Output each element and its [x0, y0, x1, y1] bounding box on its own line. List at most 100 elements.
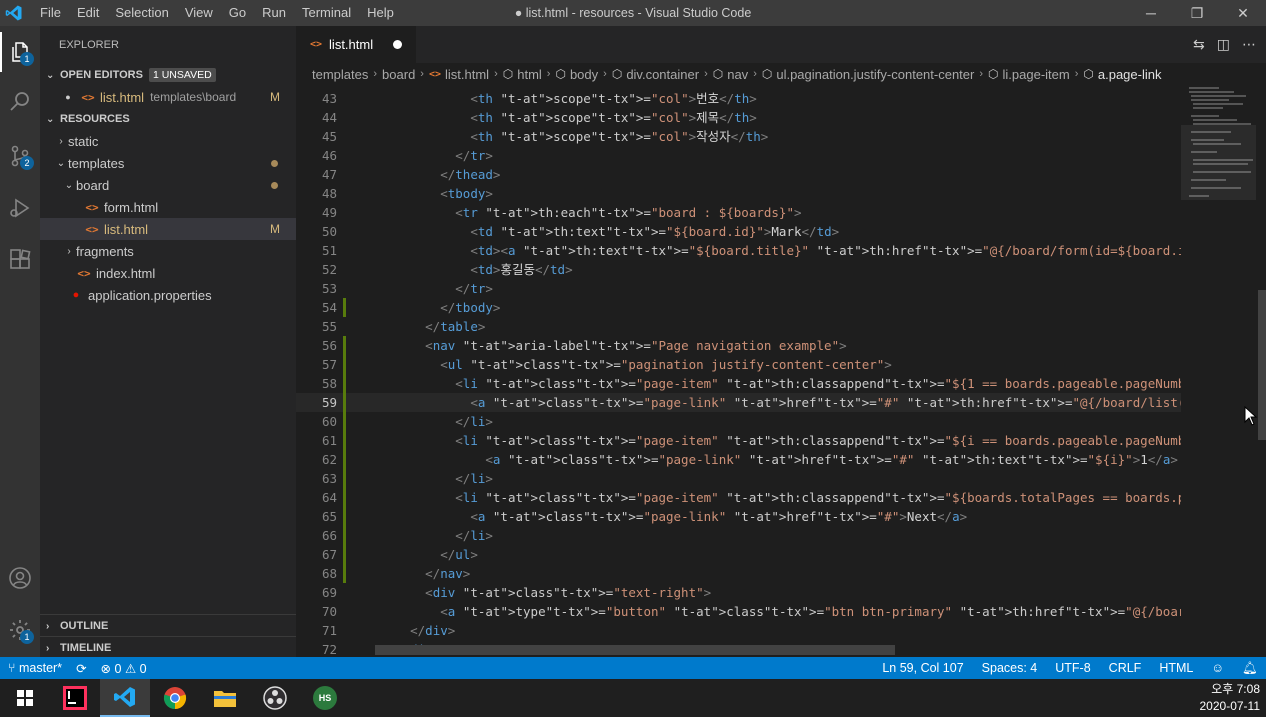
search-activity[interactable] [0, 82, 40, 122]
taskbar-hs-app[interactable]: HS [300, 679, 350, 717]
code-line[interactable]: 59 <a "t-at">class"t-tx">="page-link" "t… [296, 393, 1181, 412]
code-line[interactable]: 58 <li "t-at">class"t-tx">="page-item" "… [296, 374, 1181, 393]
menu-help[interactable]: Help [359, 0, 402, 26]
tree-item-list-html[interactable]: <> list.html M [40, 218, 296, 240]
manage-activity[interactable]: 1 [0, 610, 40, 650]
split-editor-icon[interactable]: ◫ [1217, 36, 1230, 53]
problems-status[interactable]: ⊗ 0 ⚠ 0 [101, 661, 147, 676]
extensions-activity[interactable] [0, 240, 40, 280]
language-mode[interactable]: HTML [1159, 661, 1193, 675]
taskbar-intellij[interactable] [50, 679, 100, 717]
code-line[interactable]: 60 </li> [296, 412, 1181, 431]
taskbar-file-explorer[interactable] [200, 679, 250, 717]
breadcrumb-item[interactable]: html [517, 67, 542, 82]
gutter-modified-marker[interactable] [343, 336, 346, 355]
menu-terminal[interactable]: Terminal [294, 0, 359, 26]
code-line[interactable]: 57 <ul "t-at">class"t-tx">="pagination j… [296, 355, 1181, 374]
taskbar-vscode[interactable] [100, 679, 150, 717]
open-changes-icon[interactable]: ⇆ [1193, 36, 1205, 53]
code-line[interactable]: 70 <a "t-at">type"t-tx">="button" "t-at"… [296, 602, 1181, 621]
code-line[interactable]: 44 <th "t-at">scope"t-tx">="col">제목</th> [296, 108, 1181, 127]
code-line[interactable]: 54 </tbody> [296, 298, 1181, 317]
vertical-scroll-thumb[interactable] [1258, 290, 1266, 440]
code-line[interactable]: 50 <td "t-at">th:text"t-tx">="${board.id… [296, 222, 1181, 241]
outline-header[interactable]: › OUTLINE [40, 615, 296, 637]
tree-item-form-html[interactable]: <> form.html [40, 196, 296, 218]
code-line[interactable]: 49 <tr "t-at">th:each"t-tx">="board : ${… [296, 203, 1181, 222]
gutter-modified-marker[interactable] [343, 545, 346, 564]
explorer-activity[interactable]: 1 [0, 32, 40, 72]
restore-button[interactable]: ❐ [1174, 0, 1220, 26]
resources-header[interactable]: ⌄ RESOURCES [40, 108, 296, 130]
menu-run[interactable]: Run [254, 0, 294, 26]
code-line[interactable]: 67 </ul> [296, 545, 1181, 564]
code-line[interactable]: 55 </table> [296, 317, 1181, 336]
unsaved-dot-icon[interactable] [393, 40, 402, 49]
gutter-modified-marker[interactable] [343, 450, 346, 469]
tree-item-index-html[interactable]: <> index.html [40, 262, 296, 284]
menu-selection[interactable]: Selection [107, 0, 176, 26]
line-ending[interactable]: CRLF [1109, 661, 1142, 675]
minimize-button[interactable]: ─ [1128, 0, 1174, 26]
taskbar-chrome[interactable] [150, 679, 200, 717]
cursor-position[interactable]: Ln 59, Col 107 [882, 661, 963, 675]
close-button[interactable]: ✕ [1220, 0, 1266, 26]
run-activity[interactable] [0, 188, 40, 228]
gutter-modified-marker[interactable] [343, 488, 346, 507]
timeline-header[interactable]: › TIMELINE [40, 637, 296, 659]
breadcrumb-item[interactable]: list.html [445, 67, 489, 82]
gutter-modified-marker[interactable] [343, 526, 346, 545]
breadcrumb-item[interactable]: a.page-link [1098, 67, 1162, 82]
breadcrumb-item[interactable]: nav [727, 67, 748, 82]
accounts-activity[interactable] [0, 558, 40, 598]
code-line[interactable]: 62 <a "t-at">class"t-tx">="page-link" "t… [296, 450, 1181, 469]
breadcrumb-item[interactable]: body [570, 67, 598, 82]
sync-icon[interactable]: ⟳ [76, 661, 86, 676]
tree-item-board[interactable]: ⌄ board [40, 174, 296, 196]
code-line[interactable]: 46 </tr> [296, 146, 1181, 165]
open-editors-header[interactable]: ⌄ OPEN EDITORS 1 UNSAVED [40, 64, 296, 86]
code-line[interactable]: 65 <a "t-at">class"t-tx">="page-link" "t… [296, 507, 1181, 526]
tree-item-fragments[interactable]: › fragments [40, 240, 296, 262]
gutter-modified-marker[interactable] [343, 507, 346, 526]
open-editor-item[interactable]: ● <> list.html templates\board M [40, 86, 296, 108]
code-line[interactable]: 56 <nav "t-at">aria-label"t-tx">="Page n… [296, 336, 1181, 355]
minimap[interactable] [1181, 85, 1256, 657]
code-line[interactable]: 63 </li> [296, 469, 1181, 488]
tab-list-html[interactable]: <> list.html [296, 26, 416, 63]
indentation[interactable]: Spaces: 4 [982, 661, 1038, 675]
feedback-icon[interactable]: ☺ [1211, 661, 1224, 675]
code-line[interactable]: 51 <td><a "t-at">th:text"t-tx">="${board… [296, 241, 1181, 260]
taskbar-obs[interactable] [250, 679, 300, 717]
code-line[interactable]: 61 <li "t-at">class"t-tx">="page-item" "… [296, 431, 1181, 450]
branch-status[interactable]: ⑂ master* [8, 661, 62, 675]
start-button[interactable] [0, 679, 50, 717]
encoding[interactable]: UTF-8 [1055, 661, 1090, 675]
code-line[interactable]: 43 <th "t-at">scope"t-tx">="col">번호</th> [296, 89, 1181, 108]
tree-item-application-properties[interactable]: ● application.properties [40, 284, 296, 306]
code-line[interactable]: 66 </li> [296, 526, 1181, 545]
breadcrumb-item[interactable]: div.container [626, 67, 699, 82]
gutter-modified-marker[interactable] [343, 564, 346, 583]
horizontal-scroll-thumb[interactable] [375, 645, 895, 655]
breadcrumb-item[interactable]: board [382, 67, 415, 82]
system-clock[interactable]: 오후 7:08 2020-07-11 [1200, 679, 1261, 717]
code-line[interactable]: 53 </tr> [296, 279, 1181, 298]
breadcrumb-item[interactable]: ul.pagination.justify-content-center [776, 67, 974, 82]
source-control-activity[interactable]: 2 [0, 136, 40, 176]
breadcrumb-item[interactable]: templates [312, 67, 368, 82]
gutter-modified-marker[interactable] [343, 298, 346, 317]
code-line[interactable]: 47 </thead> [296, 165, 1181, 184]
gutter-modified-marker[interactable] [343, 355, 346, 374]
gutter-modified-marker[interactable] [343, 374, 346, 393]
menu-go[interactable]: Go [221, 0, 254, 26]
breadcrumb-item[interactable]: li.page-item [1003, 67, 1070, 82]
code-line[interactable]: 69 <div "t-at">class"t-tx">="text-right"… [296, 583, 1181, 602]
notifications-icon[interactable]: 🔔︎ [1242, 661, 1258, 676]
code-line[interactable]: 64 <li "t-at">class"t-tx">="page-item" "… [296, 488, 1181, 507]
code-line[interactable]: 71 </div> [296, 621, 1181, 640]
menu-file[interactable]: File [32, 0, 69, 26]
tree-item-static[interactable]: › static [40, 130, 296, 152]
code-line[interactable]: 45 <th "t-at">scope"t-tx">="col">작성자</th… [296, 127, 1181, 146]
gutter-modified-marker[interactable] [343, 412, 346, 431]
